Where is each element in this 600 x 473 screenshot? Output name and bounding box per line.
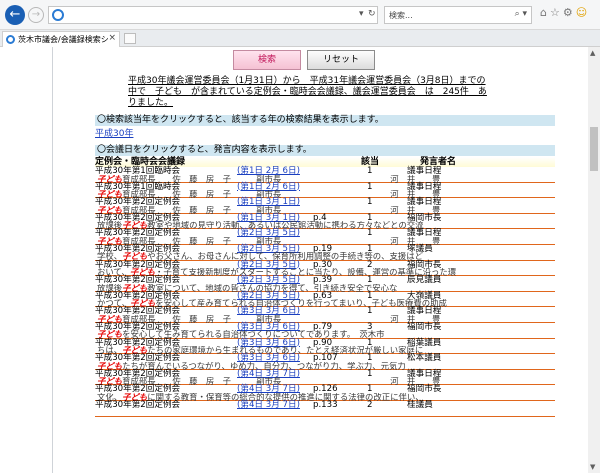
action-buttons: 検索 リセット	[233, 50, 393, 72]
dropdown-icon[interactable]: ▾	[359, 9, 364, 19]
smiley-feedback-icon[interactable]: ☺	[576, 6, 590, 19]
result-row: 平成30年第1回臨時会 (第1日 2月 6日) 1 議事日程 子ども育成部長 佐 藤 房…	[95, 167, 555, 183]
meeting-panel-heading: 〇会議日をクリックすると、発言内容を表示します。	[95, 145, 555, 156]
scroll-up-icon[interactable]: ▲	[590, 49, 595, 57]
results-list: 平成30年第1回臨時会 (第1日 2月 6日) 1 議事日程 子ども育成部長 佐 藤 房…	[95, 167, 555, 417]
result-row: 平成30年第2回定例会 (第2日 3月 5日) p.39 1 辰見議員 放課後子ども教室に…	[95, 276, 555, 292]
result-row: 平成30年第2回定例会 (第4日 3月 7日) p.133 2 桂議員	[95, 401, 555, 417]
search-button[interactable]: 検索	[233, 50, 301, 70]
search-icon[interactable]: ⌕ ▾	[515, 9, 527, 19]
meeting-date-link[interactable]: (第4日 3月 7日)	[237, 401, 300, 410]
result-row: 平成30年第2回定例会 (第1日 3月 1日) 1 議事日程 子ども育成部長 佐 藤 房…	[95, 198, 555, 214]
browser-search-box[interactable]: 検索... ⌕ ▾	[384, 6, 532, 24]
tab-bar: 茨木市議会/会議録検索シス... ×	[0, 30, 600, 47]
arrow-left-icon: ←	[9, 7, 21, 22]
scroll-down-icon[interactable]: ▼	[590, 463, 595, 471]
result-row: 平成30年第2回定例会 (第3日 3月 6日) 1 議事日程 子ども育成部長 佐 藤 房…	[95, 307, 555, 323]
close-tab-icon[interactable]: ×	[108, 33, 116, 43]
meeting-name: 平成30年第2回定例会	[95, 399, 181, 410]
result-row: 平成30年第2回定例会 (第4日 3月 7日) 1 議事日程 子ども育成部長 佐 藤 房…	[95, 369, 555, 386]
result-row: 平成30年第2回定例会 (第2日 3月 5日) p.30 2 福岡市長 おいて、子ども・子…	[95, 260, 555, 277]
forward-button[interactable]: →	[28, 7, 44, 23]
vertical-scrollbar[interactable]: ▲ ▼	[588, 47, 600, 473]
result-summary: 平成30年議会運営委員会（1月31日）から 平成31年議会運営委員会（3月8日）…	[128, 76, 487, 108]
toolbar-icons: ⌂☆⚙☺	[540, 6, 590, 19]
hit-count: 2	[367, 399, 373, 410]
favorites-star-icon[interactable]: ☆	[550, 6, 563, 19]
result-row: 平成30年第2回定例会 (第3日 3月 6日) p.79 3 福岡市長 子どもを安心して生…	[95, 323, 555, 339]
result-row: 平成30年第1回臨時会 (第1日 2月 6日) 1 議事日程 子ども育成部長 佐 藤 房…	[95, 182, 555, 199]
result-row: 平成30年第2回定例会 (第3日 3月 6日) p.90 1 稲葉議員 ちは、子どもたちの…	[95, 338, 555, 355]
result-row: 平成30年第2回定例会 (第2日 3月 5日) p.63 1 大嶺議員 かつて、子どもを安…	[95, 291, 555, 308]
result-row: 平成30年第2回定例会 (第2日 3月 5日) p.19 1 塚議員 学校、子どもやお父さ…	[95, 245, 555, 261]
result-row: 平成30年第2回定例会 (第2日 3月 5日) 1 議事日程 子ども育成部長 佐 藤 房…	[95, 229, 555, 245]
search-placeholder: 検索...	[389, 11, 413, 20]
tab-title: 茨木市議会/会議録検索シス...	[18, 35, 108, 44]
ie-logo-icon	[52, 9, 64, 21]
result-row: 平成30年第2回定例会 (第3日 3月 6日) p.107 1 松本議員 子どもたちが育ん…	[95, 354, 555, 370]
ie-favicon-icon	[6, 35, 15, 44]
page-number: p.133	[313, 399, 338, 410]
page-content: 検索 リセット 平成30年議会運営委員会（1月31日）から 平成31年議会運営委…	[52, 47, 588, 473]
back-button[interactable]: ←	[5, 5, 25, 25]
result-row: 平成30年第2回定例会 (第4日 3月 7日) p.126 1 福岡市長 文化、子どもに関…	[95, 385, 555, 401]
year-panel-heading: 〇検索該当年をクリックすると、該当する年の検索結果を表示します。	[95, 115, 555, 126]
address-bar[interactable]: ▾ ↻	[48, 6, 378, 24]
tab-active[interactable]: 茨木市議会/会議録検索シス... ×	[2, 31, 120, 47]
settings-gear-icon[interactable]: ⚙	[563, 6, 576, 19]
year-link[interactable]: 平成30年	[95, 126, 133, 139]
browser-toolbar: ← → ▾ ↻ 検索... ⌕ ▾ ⌂☆⚙☺	[0, 0, 600, 30]
excerpt-suffix: を安心して産み育てられる自治体づくりを行ってまいり、子ども医療費の助成	[155, 299, 447, 308]
new-tab-button[interactable]	[124, 33, 136, 44]
refresh-icon[interactable]: ↻	[368, 9, 376, 19]
speaker-name: 桂議員	[407, 399, 433, 410]
reset-button[interactable]: リセット	[307, 50, 375, 70]
arrow-right-icon: →	[31, 9, 41, 20]
home-icon[interactable]: ⌂	[540, 6, 550, 19]
scroll-thumb[interactable]	[590, 127, 598, 171]
